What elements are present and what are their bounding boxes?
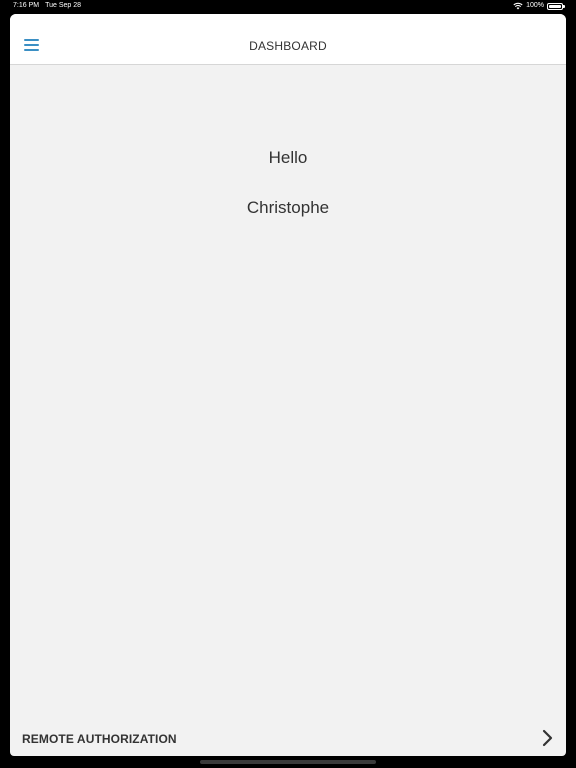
user-name: Christophe bbox=[246, 198, 330, 217]
status-right: 100% bbox=[513, 0, 565, 12]
wifi-icon bbox=[513, 2, 523, 10]
remote-authorization-label: REMOTE AUTHORIZATION bbox=[22, 732, 177, 746]
nav-bar: DASHBOARD bbox=[10, 14, 566, 65]
remote-authorization-row[interactable]: REMOTE AUTHORIZATION bbox=[10, 720, 566, 756]
status-left: 7:16 PM Tue Sep 28 bbox=[13, 0, 81, 12]
page-title: DASHBOARD bbox=[249, 39, 327, 53]
chevron-right-icon[interactable] bbox=[540, 729, 554, 747]
status-date: Tue Sep 28 bbox=[45, 2, 82, 9]
status-time: 7:16 PM bbox=[13, 2, 40, 9]
app-window: DASHBOARD Hello Christophe REMOTE AUTHOR… bbox=[10, 14, 566, 756]
battery-icon bbox=[547, 3, 565, 10]
battery-percentage: 100% bbox=[526, 2, 544, 9]
home-indicator bbox=[200, 760, 376, 764]
status-bar: 7:16 PM Tue Sep 28 100% bbox=[0, 0, 576, 13]
greeting-text: Hello bbox=[268, 148, 308, 167]
